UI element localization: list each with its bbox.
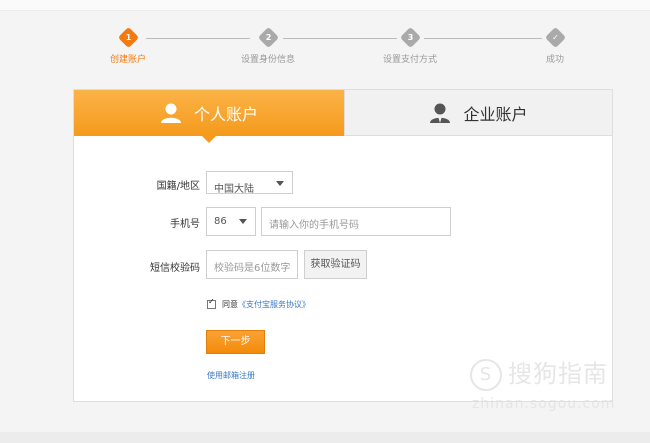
region-value: 中国大陆 [214,184,254,195]
tab-label: 个人账户 [193,105,258,124]
sms-code-input[interactable]: 校验码是6位数字 [206,250,298,279]
check-icon: ✓ [544,26,566,49]
bottom-band [0,432,650,443]
phone-placeholder: 请输入你的手机号码 [269,220,359,231]
get-code-button[interactable]: 获取验证码 [304,250,367,279]
phone-label: 手机号 [170,219,200,230]
progress-steps: 1 创建账户 2 设置身份信息 3 设置支付方式 ✓ 成功 [0,26,650,75]
step-number-icon: 2 [257,26,279,49]
account-type-tabs: 个人账户 企业账户 [74,90,612,143]
watermark-url: zhinan.sogou.com [472,396,616,412]
next-step-button[interactable]: 下一步 [206,330,265,354]
step-label: 成功 [545,55,564,65]
agreement-row: 同意《支付宝服务协议》 [207,297,310,310]
tab-label: 企业账户 [463,105,528,124]
step-label: 设置支付方式 [382,55,437,65]
watermark-text: 搜狗指南 [508,360,608,388]
step-create-account: 1 创建账户 [88,26,168,65]
step-identity: 2 设置身份信息 [228,26,308,65]
step-number-icon: 3 [399,26,421,49]
email-register-link[interactable]: 使用邮箱注册 [207,370,255,381]
top-band [0,0,650,11]
user-icon [160,103,181,123]
step-success: ✓ 成功 [515,26,595,65]
tab-personal-account[interactable]: 个人账户 [74,90,344,143]
phone-input[interactable]: 请输入你的手机号码 [261,207,451,236]
agree-text: 同意 [222,300,238,309]
sms-placeholder: 校验码是6位数字 [214,263,291,274]
service-agreement-link[interactable]: 《支付宝服务协议》 [238,300,310,309]
region-select[interactable]: 中国大陆 [206,171,293,195]
country-code-value: 86 [214,216,227,227]
step-label: 设置身份信息 [240,55,295,65]
chevron-down-icon [276,181,284,186]
sogou-icon: S [470,359,502,391]
step-number-icon: 1 [117,26,139,49]
agree-checkbox[interactable] [207,297,216,309]
region-label: 国籍/地区 [156,181,200,192]
chevron-down-icon [239,219,247,224]
tab-business-account[interactable]: 企业账户 [344,90,612,136]
step-label: 创建账户 [109,55,146,65]
watermark-logo: S 搜狗指南 [470,354,608,391]
country-code-select[interactable]: 86 [206,207,256,236]
business-user-icon [430,103,451,123]
step-payment: 3 设置支付方式 [370,26,450,65]
sms-code-label: 短信校验码 [150,263,200,274]
